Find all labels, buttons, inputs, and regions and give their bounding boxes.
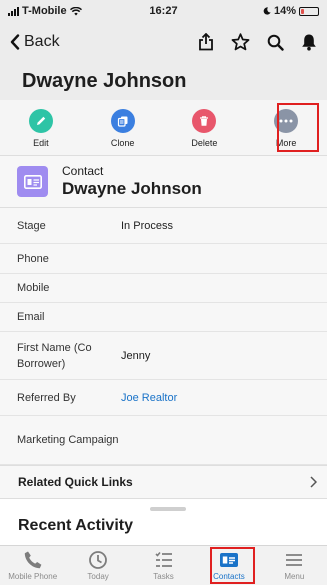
nav-actions [198,33,317,51]
edit-circle [28,109,53,133]
field-row-co-borrower: First Name (Co Borrower) Jenny [0,332,327,380]
field-label: Phone [17,252,49,265]
more-label: More [275,138,297,148]
menu-icon [286,554,303,566]
battery-level [301,8,304,14]
carrier-name: T-Mobile [22,5,67,17]
notification-bell-icon[interactable] [301,33,317,51]
more-icon [279,119,293,123]
tab-label: Mobile Phone [8,572,58,581]
field-row-referred-by: Referred By Joe Realtor [0,380,327,416]
tab-menu[interactable]: Menu [262,546,327,585]
field-list: Stage In Process Phone Mobile Email Firs… [0,208,327,465]
recent-title: Recent Activity [18,517,133,534]
tab-label: Tasks [153,572,174,581]
favorite-star-icon[interactable] [231,33,250,51]
phone-icon [24,551,42,569]
tab-label: Today [87,572,109,581]
field-row-mobile: Mobile [0,274,327,303]
clone-button[interactable]: Clone [82,100,164,155]
tab-today[interactable]: Today [65,546,130,585]
clock-icon [89,551,108,569]
chevron-left-icon [10,34,20,50]
pencil-icon [36,116,46,125]
related-title: Related Quick Links [18,475,133,489]
trash-icon [200,116,209,126]
tab-label: Contacts [213,572,245,581]
field-label: Email [17,311,45,323]
tab-bar: Mobile Phone Today Tasks Contacts Menu [0,545,327,585]
field-label: Marketing Campaign [17,434,119,446]
field-row-marketing-campaign: Marketing Campaign [0,416,327,465]
more-circle [274,109,299,133]
referred-by-link[interactable]: Joe Realtor [121,392,177,404]
contact-card-icon [17,166,48,197]
search-icon[interactable] [267,34,284,51]
signal-icon [8,6,19,16]
field-row-stage: Stage In Process [0,208,327,244]
clone-circle [110,109,135,133]
drag-handle[interactable] [150,507,186,511]
contact-card-icon [219,553,238,567]
record-text: Contact Dwayne Johnson [62,164,202,199]
tasks-icon [154,551,172,567]
wifi-icon [69,6,82,15]
back-button[interactable]: Back [10,33,60,51]
edit-label: Edit [33,138,49,148]
moon-icon [263,7,271,15]
field-value: Jenny [121,349,151,362]
tab-label: Menu [284,572,305,581]
recent-activity-panel: Recent Activity [0,499,327,545]
field-row-phone: Phone [0,244,327,274]
record-header: Contact Dwayne Johnson [0,156,327,208]
edit-button[interactable]: Edit [0,100,82,155]
nav-bar: Back [0,22,327,62]
tab-contacts[interactable]: Contacts [196,546,261,585]
battery-group: 14% [263,5,319,17]
share-icon[interactable] [198,33,214,51]
tab-tasks[interactable]: Tasks [131,546,196,585]
status-bar: T-Mobile 16:27 14% [0,0,327,22]
record-name: Dwayne Johnson [62,179,202,198]
field-label: Referred By [17,391,76,404]
delete-label: Delete [191,138,218,148]
field-value: In Process [121,219,173,232]
clone-label: Clone [110,138,135,148]
delete-circle [192,109,217,133]
field-label: Mobile [17,282,50,294]
carrier-group: T-Mobile [8,5,82,17]
chevron-right-icon [310,476,317,488]
page-title: Dwayne Johnson [0,62,327,100]
field-label: Stage [17,219,46,232]
record-type: Contact [62,164,104,178]
more-button[interactable]: More [245,100,327,155]
battery-icon [299,6,319,16]
action-bar: Edit Clone Delete More [0,100,327,156]
related-quick-links[interactable]: Related Quick Links [0,465,327,499]
field-label: First Name (Co Borrower) [17,341,92,370]
back-label: Back [24,33,60,50]
clone-icon [117,116,128,127]
battery-percent: 14% [273,5,296,17]
delete-button[interactable]: Delete [164,100,246,155]
tab-mobile-phone[interactable]: Mobile Phone [0,546,65,585]
field-row-email: Email [0,303,327,332]
